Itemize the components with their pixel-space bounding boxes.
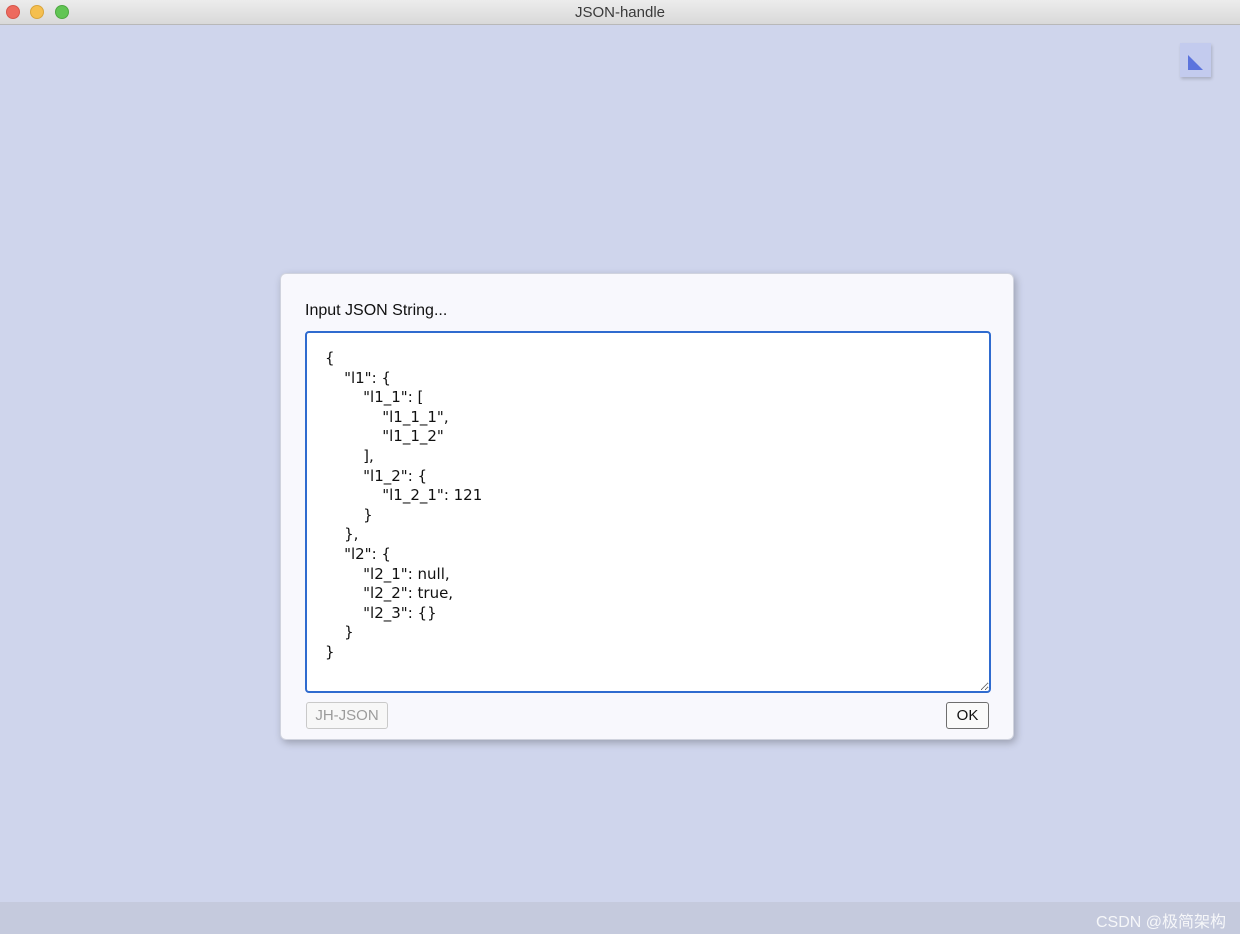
corner-toggle-button[interactable] [1180,43,1211,77]
triangle-corner-icon [1188,55,1203,70]
title-bar: JSON-handle [0,0,1240,25]
watermark-text: CSDN @极简架构 [1095,914,1226,931]
app-window: JSON-handle Input JSON String... { "l1":… [0,0,1240,934]
jh-json-button[interactable]: JH-JSON [306,702,388,729]
status-bar: CSDN @极简架构 [0,902,1240,934]
ok-button[interactable]: OK [946,702,989,729]
json-input-textarea[interactable]: { "l1": { "l1_1": [ "l1_1_1", "l1_1_2" ]… [305,331,991,693]
window-title: JSON-handle [574,4,666,21]
dialog-label: Input JSON String... [305,302,448,319]
json-input-dialog: Input JSON String... { "l1": { "l1_1": [… [280,273,1014,740]
